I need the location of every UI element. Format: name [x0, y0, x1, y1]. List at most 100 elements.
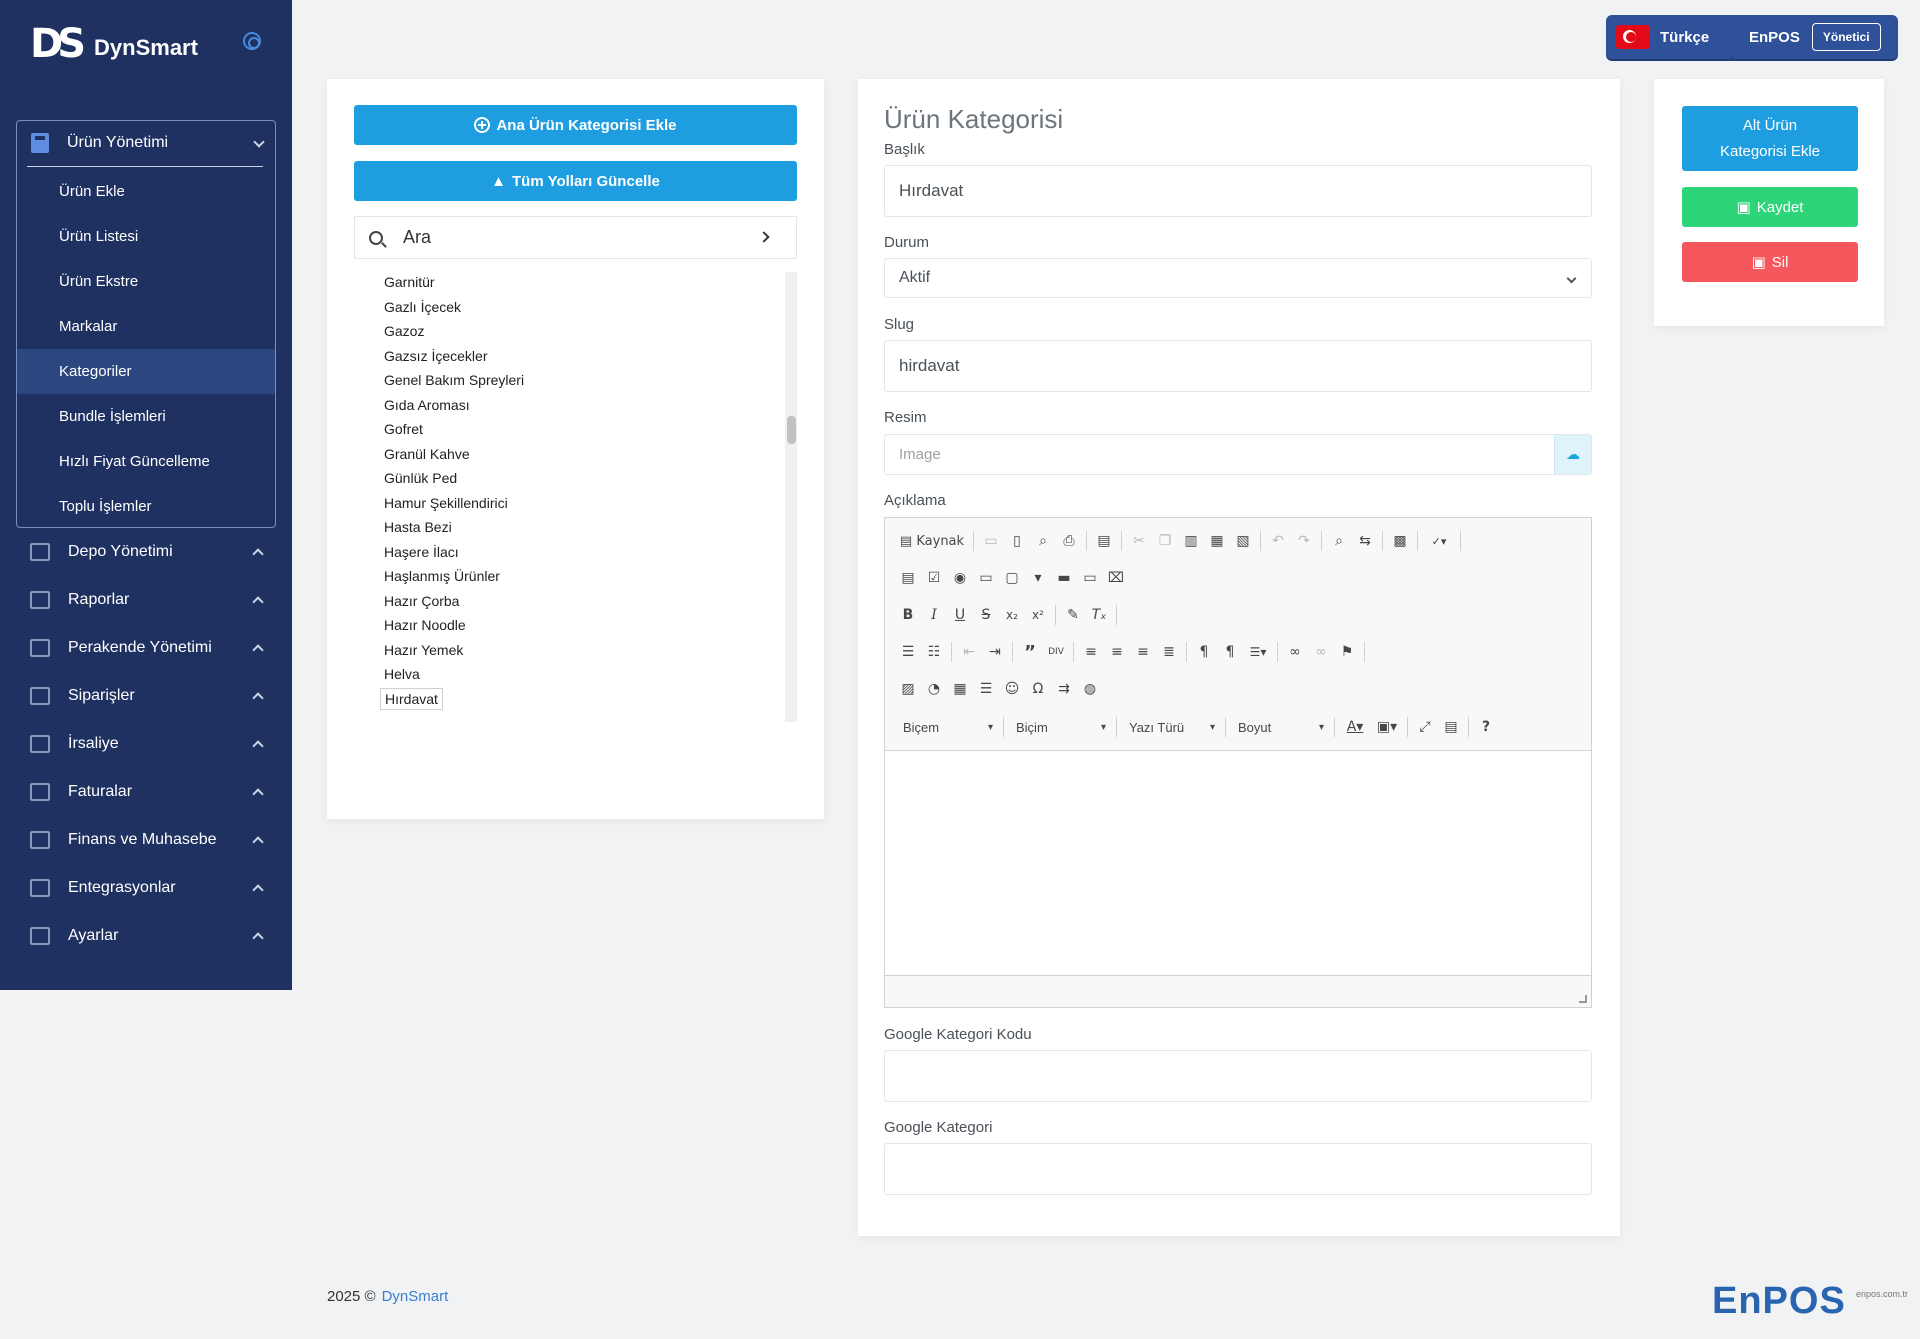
- tree-scrollbar-track[interactable]: [785, 272, 797, 722]
- rtl-icon[interactable]: ¶: [1217, 640, 1243, 664]
- sidebar-item[interactable]: İrsaliye: [16, 720, 276, 768]
- italic-icon[interactable]: I: [921, 603, 947, 627]
- tree-item[interactable]: Gazsız İçecekler: [354, 344, 797, 369]
- bulleted-list-icon[interactable]: ☷: [921, 640, 947, 664]
- bold-icon[interactable]: B: [895, 603, 921, 627]
- undo-icon[interactable]: ↶: [1265, 529, 1291, 553]
- image-icon[interactable]: ▨: [895, 677, 921, 701]
- sidebar-item[interactable]: Depo Yönetimi: [16, 528, 276, 576]
- ltr-icon[interactable]: ¶: [1191, 640, 1217, 664]
- spellcheck-icon[interactable]: ✓▾: [1422, 529, 1456, 553]
- unlink-icon[interactable]: ∞: [1308, 640, 1334, 664]
- font-combo[interactable]: Yazı Türü: [1121, 715, 1221, 739]
- submenu-item[interactable]: Ürün Ekle: [17, 169, 275, 214]
- flash-icon[interactable]: ◔: [921, 677, 947, 701]
- new-page-icon[interactable]: ▯: [1004, 529, 1030, 553]
- help-icon[interactable]: ?: [1473, 715, 1499, 739]
- tree-item[interactable]: Haşlanmış Ürünler: [354, 564, 797, 589]
- google-code-input[interactable]: [884, 1050, 1592, 1102]
- iframe-icon[interactable]: ◍: [1077, 677, 1103, 701]
- submenu-item[interactable]: Ürün Ekstre: [17, 259, 275, 304]
- align-center-icon[interactable]: ≡: [1104, 640, 1130, 664]
- special-char-icon[interactable]: Ω: [1025, 677, 1051, 701]
- show-blocks-icon[interactable]: ▤: [1438, 715, 1464, 739]
- image-button-icon[interactable]: ▭: [1077, 566, 1103, 590]
- tree-item[interactable]: Hazır Noodle: [354, 613, 797, 638]
- print-icon[interactable]: ⎙: [1056, 529, 1082, 553]
- preview-icon[interactable]: ⌕: [1030, 529, 1056, 553]
- radio-icon[interactable]: ◉: [947, 566, 973, 590]
- underline-icon[interactable]: U: [947, 603, 973, 627]
- indent-icon[interactable]: ⇥: [982, 640, 1008, 664]
- submenu-item[interactable]: Toplu İşlemler: [17, 484, 275, 529]
- form-icon[interactable]: ▤: [895, 566, 921, 590]
- submenu-item[interactable]: Markalar: [17, 304, 275, 349]
- submenu-item[interactable]: Ürün Listesi: [17, 214, 275, 259]
- editor-content-area[interactable]: [885, 750, 1591, 976]
- sidebar-item[interactable]: Faturalar: [16, 768, 276, 816]
- hidden-field-icon[interactable]: ⌧: [1103, 566, 1129, 590]
- sidebar-item[interactable]: Entegrasyonlar: [16, 864, 276, 912]
- table-icon[interactable]: ▦: [947, 677, 973, 701]
- tree-item[interactable]: Haşere İlacı: [354, 540, 797, 565]
- tree-item[interactable]: Garnitür: [354, 270, 797, 295]
- size-combo[interactable]: Boyut: [1230, 715, 1330, 739]
- upload-cloud-icon[interactable]: ☁: [1554, 435, 1591, 474]
- language-dropdown-icon[interactable]: ☰▾: [1243, 640, 1273, 664]
- update-all-paths-button[interactable]: ▲ Tüm Yolları Güncelle: [354, 161, 797, 201]
- sidebar-item[interactable]: Perakende Yönetimi: [16, 624, 276, 672]
- footer-link[interactable]: DynSmart: [382, 1288, 449, 1305]
- tree-scrollbar-thumb[interactable]: [787, 416, 796, 444]
- style-combo[interactable]: Biçim: [1008, 715, 1112, 739]
- sidebar-item[interactable]: Siparişler: [16, 672, 276, 720]
- div-container-icon[interactable]: DIV: [1043, 640, 1069, 664]
- tree-item[interactable]: Hamur Şekillendirici: [354, 491, 797, 516]
- smiley-icon[interactable]: ☺: [999, 677, 1025, 701]
- status-select[interactable]: Aktif: [884, 258, 1592, 298]
- paste-text-icon[interactable]: ▦: [1204, 529, 1230, 553]
- remove-format-icon[interactable]: Tₓ: [1086, 603, 1112, 627]
- tree-item[interactable]: Hırdavat: [354, 687, 797, 712]
- submenu-item[interactable]: Bundle İşlemleri: [17, 394, 275, 439]
- sidebar-toggle-icon[interactable]: [243, 32, 261, 50]
- horizontal-line-icon[interactable]: ☰: [973, 677, 999, 701]
- find-icon[interactable]: ⌕: [1326, 529, 1352, 553]
- maximize-icon[interactable]: ⤢: [1412, 715, 1438, 739]
- anchor-flag-icon[interactable]: ⚑: [1334, 640, 1360, 664]
- tree-item[interactable]: Gıda Aroması: [354, 393, 797, 418]
- numbered-list-icon[interactable]: ☰: [895, 640, 921, 664]
- tree-item[interactable]: Gazlı İçecek: [354, 295, 797, 320]
- link-icon[interactable]: ∞: [1282, 640, 1308, 664]
- slug-input[interactable]: hirdavat: [884, 340, 1592, 392]
- tree-search-box[interactable]: Ara: [354, 216, 797, 259]
- superscript-icon[interactable]: x²: [1025, 603, 1051, 627]
- redo-icon[interactable]: ↷: [1291, 529, 1317, 553]
- text-field-icon[interactable]: ▭: [973, 566, 999, 590]
- copy-format-icon[interactable]: ✎: [1060, 603, 1086, 627]
- sidebar-item[interactable]: Finans ve Muhasebe: [16, 816, 276, 864]
- tree-item[interactable]: Gazoz: [354, 319, 797, 344]
- save-button[interactable]: ▣ Kaydet: [1682, 187, 1858, 227]
- tree-item[interactable]: Granül Kahve: [354, 442, 797, 467]
- tree-item[interactable]: Hazır Yemek: [354, 638, 797, 663]
- format-combo[interactable]: Biçem: [895, 715, 999, 739]
- bg-color-icon[interactable]: ▣▾: [1371, 715, 1403, 739]
- tree-item[interactable]: Helva: [354, 662, 797, 687]
- delete-button[interactable]: ▣ Sil: [1682, 242, 1858, 282]
- submenu-item[interactable]: Hızlı Fiyat Güncelleme: [17, 439, 275, 484]
- resize-handle-icon[interactable]: [1579, 995, 1587, 1003]
- select-field-icon[interactable]: ▾: [1025, 566, 1051, 590]
- add-sub-category-button[interactable]: Alt Ürün Kategorisi Ekle: [1682, 106, 1858, 171]
- language-button[interactable]: Türkçe: [1606, 15, 1748, 59]
- user-menu-button[interactable]: EnPOS Yönetici: [1731, 15, 1898, 59]
- sidebar-item[interactable]: Ayarlar: [16, 912, 276, 960]
- align-right-icon[interactable]: ≡: [1130, 640, 1156, 664]
- tree-item[interactable]: Hasta Bezi: [354, 515, 797, 540]
- sidebar-item[interactable]: Raporlar: [16, 576, 276, 624]
- templates-icon[interactable]: ▤: [1091, 529, 1117, 553]
- outdent-icon[interactable]: ⇤: [956, 640, 982, 664]
- tree-item[interactable]: Gofret: [354, 417, 797, 442]
- google-category-input[interactable]: [884, 1143, 1592, 1195]
- image-input[interactable]: Image ☁: [884, 434, 1592, 475]
- chevron-right-icon[interactable]: [758, 231, 770, 243]
